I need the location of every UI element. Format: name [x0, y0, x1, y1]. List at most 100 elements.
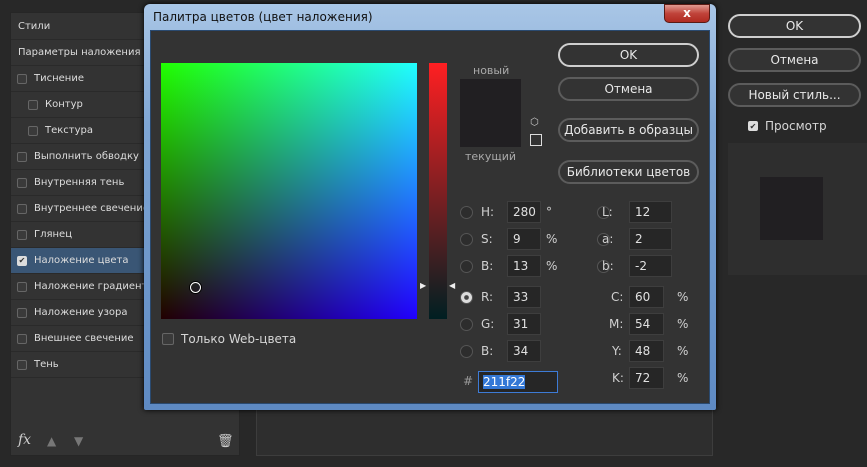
channel-slider[interactable] [429, 63, 447, 319]
label-L: L: [602, 205, 613, 219]
dialog-ok-button[interactable]: OK [558, 43, 699, 67]
input-L[interactable]: 12 [629, 201, 672, 223]
label-H: H: [481, 205, 495, 219]
unit-K: % [677, 371, 689, 385]
radio-Bv[interactable] [460, 260, 473, 273]
style-item-label: Контур [45, 99, 83, 110]
input-Bv[interactable]: 13 [507, 255, 541, 277]
radio-R[interactable] [460, 291, 473, 304]
input-a[interactable]: 2 [629, 228, 672, 250]
dialog-cancel-button[interactable]: Отмена [558, 77, 699, 101]
close-button[interactable]: x [664, 4, 710, 23]
move-down-icon[interactable]: ▼ [74, 434, 83, 448]
label-S: S: [481, 232, 493, 246]
current-color-swatch[interactable] [460, 113, 521, 147]
web-colors-checkbox[interactable]: Только Web-цвета [162, 332, 296, 346]
input-S[interactable]: 9 [507, 228, 541, 250]
style-item-label: Текстура [45, 125, 94, 136]
checkbox-icon[interactable] [17, 73, 27, 84]
style-item-label: Внутреннее свечение [34, 203, 149, 214]
hex-value: 211f22 [483, 375, 526, 389]
style-item-label: Параметры наложения [18, 47, 141, 58]
unit-Bv: % [546, 259, 558, 273]
input-M[interactable]: 54 [629, 313, 664, 335]
label-b: b: [602, 259, 614, 273]
unit-M: % [677, 317, 689, 331]
checkbox-icon[interactable] [28, 99, 38, 110]
move-up-icon[interactable]: ▲ [47, 434, 56, 448]
checkbox-icon[interactable] [28, 125, 38, 136]
style-item-label: Наложение цвета [34, 255, 129, 266]
style-item-label: Внешнее свечение [34, 333, 134, 344]
label-a: a: [602, 232, 614, 246]
style-item-label: Наложение узора [34, 307, 128, 318]
web-colors-label: Только Web-цвета [181, 332, 297, 346]
unit-C: % [677, 290, 689, 304]
checkbox-icon[interactable] [17, 151, 27, 162]
color-libraries-button[interactable]: Библиотеки цветов [558, 160, 699, 184]
style-item-label: Стили [18, 21, 51, 32]
checkbox-icon[interactable] [17, 281, 27, 292]
style-item-label: Глянец [34, 229, 73, 240]
preview-label: Просмотр [765, 119, 827, 133]
new-color-swatch [460, 79, 521, 113]
unit-S: % [546, 232, 558, 246]
label-B: B: [481, 344, 494, 358]
label-C: C: [611, 290, 624, 304]
preview-swatch [760, 177, 823, 240]
fx-button[interactable]: fx [18, 432, 31, 448]
input-K[interactable]: 72 [629, 367, 664, 389]
hex-input[interactable]: 211f22 [478, 371, 558, 393]
ok-button[interactable]: OK [728, 14, 861, 38]
hash-label: # [463, 374, 474, 388]
checkbox-icon[interactable] [17, 203, 27, 214]
preview-area [728, 143, 867, 275]
unit-Y: % [677, 344, 689, 358]
label-Y: Y: [612, 344, 622, 358]
input-Y[interactable]: 48 [629, 340, 664, 362]
label-G: G: [481, 317, 495, 331]
trash-icon[interactable]: 🗑 [217, 434, 234, 449]
style-item-label: Тиснение [34, 73, 84, 84]
checkbox-icon[interactable] [17, 307, 27, 318]
checkbox-icon[interactable] [17, 359, 27, 370]
label-R: R: [481, 290, 494, 304]
new-label: новый [473, 64, 510, 77]
style-item-label: Наложение градиента [34, 281, 154, 292]
unit-H: ° [546, 205, 552, 219]
color-cursor[interactable] [190, 282, 201, 293]
input-B[interactable]: 34 [507, 340, 541, 362]
color-field[interactable] [161, 63, 417, 319]
cube-warning-icon[interactable]: ⬡ [530, 117, 539, 128]
style-item-label: Тень [34, 359, 59, 370]
checkbox-icon [162, 333, 174, 345]
style-item-label: Выполнить обводку [34, 151, 139, 162]
input-R[interactable]: 33 [507, 286, 541, 308]
dialog-title: Палитра цветов (цвет наложения) [153, 10, 373, 24]
slider-arrow-left-icon[interactable]: ▶ [420, 281, 426, 290]
new-style-button[interactable]: Новый стиль... [728, 83, 861, 107]
add-to-swatches-button[interactable]: Добавить в образцы [558, 118, 699, 142]
input-C[interactable]: 60 [629, 286, 664, 308]
checkbox-icon[interactable] [17, 177, 27, 188]
slider-arrow-right-icon[interactable]: ◀ [449, 281, 455, 290]
style-item-label: Внутренняя тень [34, 177, 125, 188]
cancel-button[interactable]: Отмена [728, 48, 861, 72]
checkbox-icon[interactable]: ✔ [17, 255, 27, 266]
radio-S[interactable] [460, 233, 473, 246]
label-K: K: [612, 371, 624, 385]
preview-checkbox[interactable]: ✔ Просмотр [748, 119, 827, 133]
label-M: M: [609, 317, 624, 331]
web-safe-warning-icon[interactable] [530, 134, 542, 146]
input-b[interactable]: -2 [629, 255, 672, 277]
current-label: текущий [465, 150, 516, 163]
radio-G[interactable] [460, 318, 473, 331]
checkbox-icon: ✔ [748, 121, 758, 131]
label-Bv: B: [481, 259, 494, 273]
radio-H[interactable] [460, 206, 473, 219]
input-G[interactable]: 31 [507, 313, 541, 335]
checkbox-icon[interactable] [17, 229, 27, 240]
radio-B[interactable] [460, 345, 473, 358]
checkbox-icon[interactable] [17, 333, 27, 344]
input-H[interactable]: 280 [507, 201, 541, 223]
